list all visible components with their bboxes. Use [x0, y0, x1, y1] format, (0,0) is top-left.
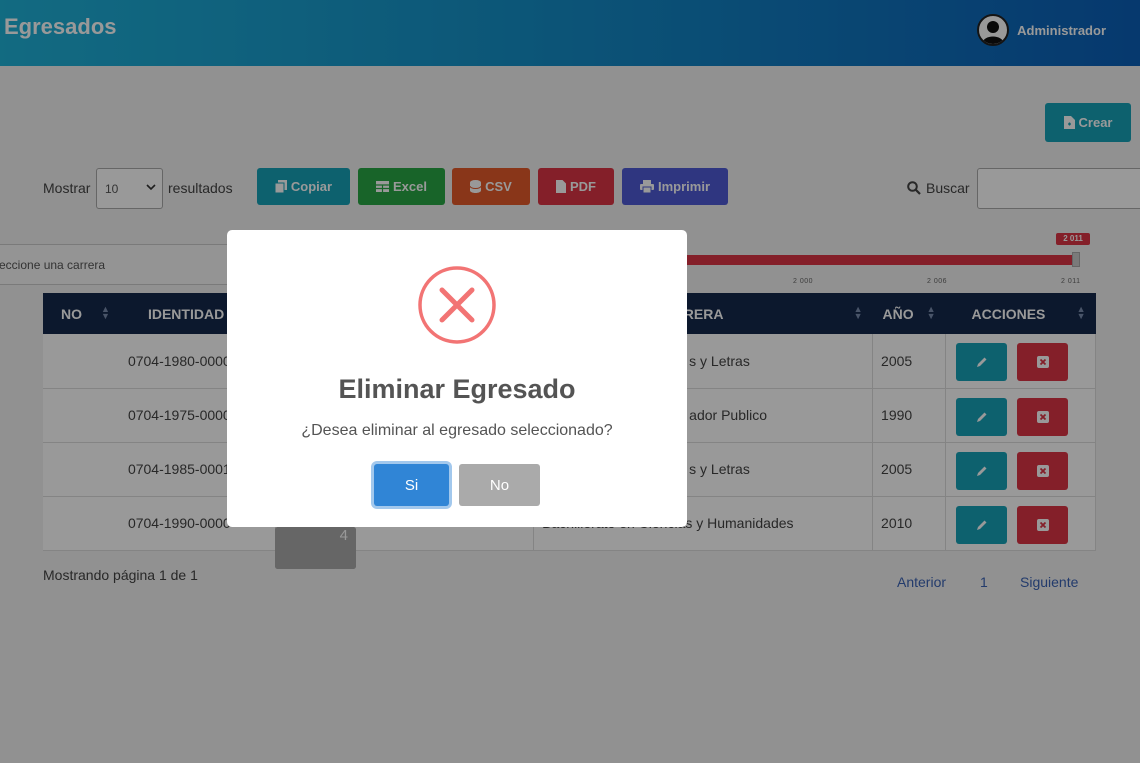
- cancel-button[interactable]: No: [459, 464, 540, 506]
- error-x-icon: [418, 266, 496, 344]
- confirm-dialog: Eliminar Egresado ¿Desea eliminar al egr…: [227, 230, 687, 527]
- dialog-title: Eliminar Egresado: [338, 374, 576, 404]
- dialog-message: ¿Desea eliminar al egresado seleccionado…: [301, 422, 613, 439]
- confirm-button[interactable]: Si: [374, 464, 449, 506]
